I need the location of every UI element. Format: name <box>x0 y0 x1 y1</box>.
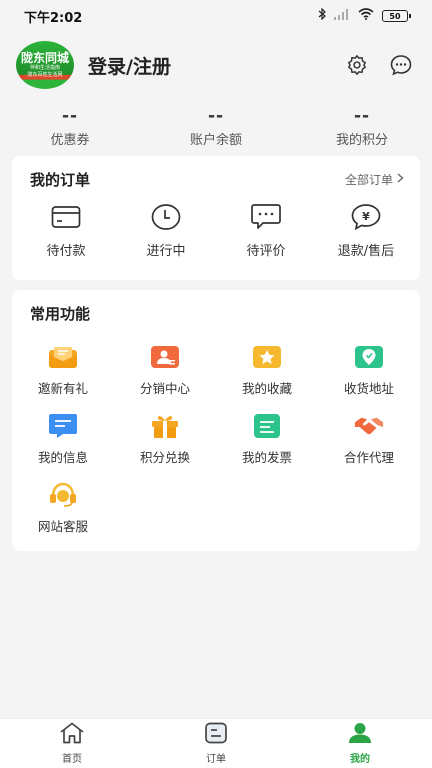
user-icon <box>347 722 373 748</box>
top-actions <box>342 50 416 80</box>
avatar-line3: 陇东百姓生活网 <box>27 72 63 78</box>
comment-icon <box>251 202 281 232</box>
home-icon <box>59 722 85 748</box>
message-icon <box>48 413 78 439</box>
func-label: 合作代理 <box>343 450 394 465</box>
battery-icon: 50 <box>382 10 411 22</box>
func-customer-service[interactable]: 网站客服 <box>12 482 114 535</box>
orders-title: 我的订单 <box>30 170 91 189</box>
order-item-label: 进行中 <box>146 244 186 259</box>
stat-label: 账户余额 <box>189 133 242 148</box>
all-orders-link[interactable]: 全部订单 <box>345 171 404 188</box>
func-invite[interactable]: 邀新有礼 <box>12 344 114 397</box>
tab-label: 我的 <box>350 754 370 765</box>
tab-home[interactable]: 首页 <box>32 722 112 765</box>
distribution-icon <box>150 344 180 370</box>
tab-mine[interactable]: 我的 <box>320 722 400 765</box>
tab-label: 订单 <box>206 754 226 765</box>
star-icon <box>252 344 282 370</box>
card-icon <box>51 202 81 232</box>
avatar[interactable]: 陇东同城 伴和生活指南 陇东百姓生活网 <box>16 41 74 89</box>
functions-header: 常用功能 <box>12 290 420 336</box>
clock-icon <box>151 202 181 232</box>
order-to-review[interactable]: 待评价 <box>221 202 311 259</box>
stat-label: 我的积分 <box>335 133 388 148</box>
refund-icon: ¥ <box>351 202 381 232</box>
chevron-right-icon <box>397 172 404 186</box>
func-label: 网站客服 <box>37 519 88 534</box>
avatar-line2: 伴和生活指南 <box>29 65 60 71</box>
invite-icon <box>48 344 78 370</box>
func-partner-agent[interactable]: 合作代理 <box>318 413 420 466</box>
func-label: 我的信息 <box>37 450 88 465</box>
stat-balance[interactable]: -- 账户余额 <box>166 106 266 152</box>
gear-icon[interactable] <box>342 50 372 80</box>
stat-coupons[interactable]: -- 优惠券 <box>20 106 120 152</box>
account-stats: -- 优惠券 -- 账户余额 -- 我的积分 <box>0 106 432 152</box>
functions-grid: 邀新有礼 分销中心 我的收藏 收货地址 我的信息 积分兑换 我的发票 合作代理 … <box>12 336 420 535</box>
tab-orders[interactable]: 订单 <box>176 722 256 765</box>
order-item-label: 待评价 <box>246 244 286 259</box>
stat-value: -- <box>353 106 371 126</box>
headset-icon <box>48 482 78 508</box>
signal-icon <box>334 8 350 24</box>
tab-label: 首页 <box>62 754 82 765</box>
status-time: 下午2:02 <box>24 10 83 26</box>
functions-title: 常用功能 <box>30 304 91 323</box>
func-label: 我的发票 <box>241 450 292 465</box>
order-pending-payment[interactable]: 待付款 <box>21 202 111 259</box>
func-distribution[interactable]: 分销中心 <box>114 344 216 397</box>
location-icon <box>354 344 384 370</box>
bluetooth-icon <box>318 7 326 24</box>
wifi-icon <box>358 8 374 24</box>
order-item-label: 退款/售后 <box>337 244 395 259</box>
status-bar: 下午2:02 50 <box>0 0 432 32</box>
handshake-icon <box>354 413 384 439</box>
profile-header: 陇东同城 伴和生活指南 陇东百姓生活网 登录/注册 <box>16 40 416 90</box>
order-item-label: 待付款 <box>46 244 86 259</box>
functions-card: 常用功能 邀新有礼 分销中心 我的收藏 收货地址 我的信息 积分兑换 我的发票 … <box>12 290 420 551</box>
stat-value: -- <box>61 106 79 126</box>
func-label: 积分兑换 <box>139 450 190 465</box>
invoice-icon <box>252 413 282 439</box>
order-status-row: 待付款 进行中 待评价 ¥ 退款/售后 <box>12 202 420 259</box>
order-refund[interactable]: ¥ 退款/售后 <box>321 202 411 259</box>
order-in-progress[interactable]: 进行中 <box>121 202 211 259</box>
stat-value: -- <box>207 106 225 126</box>
func-label: 我的收藏 <box>241 381 292 396</box>
svg-text:¥: ¥ <box>362 210 370 223</box>
avatar-line1: 陇东同城 <box>20 51 69 65</box>
orders-header: 我的订单 全部订单 <box>12 156 420 202</box>
func-address[interactable]: 收货地址 <box>318 344 420 397</box>
func-my-info[interactable]: 我的信息 <box>12 413 114 466</box>
chat-icon[interactable] <box>386 50 416 80</box>
stat-label: 优惠券 <box>50 133 90 148</box>
func-invoice[interactable]: 我的发票 <box>216 413 318 466</box>
func-label: 邀新有礼 <box>37 381 88 396</box>
gift-icon <box>150 413 180 439</box>
bottom-tab-bar: 首页 订单 我的 <box>0 718 432 768</box>
stat-points[interactable]: -- 我的积分 <box>312 106 412 152</box>
all-orders-label: 全部订单 <box>344 172 393 187</box>
func-favorites[interactable]: 我的收藏 <box>216 344 318 397</box>
status-icons: 50 <box>318 7 411 24</box>
func-points-exchange[interactable]: 积分兑换 <box>114 413 216 466</box>
orders-card: 我的订单 全部订单 待付款 进行中 待评价 ¥ 退款/售后 <box>12 156 420 280</box>
login-register-link[interactable]: 登录/注册 <box>88 52 171 79</box>
func-label: 收货地址 <box>343 381 394 396</box>
order-icon <box>204 722 228 748</box>
func-label: 分销中心 <box>139 381 190 396</box>
